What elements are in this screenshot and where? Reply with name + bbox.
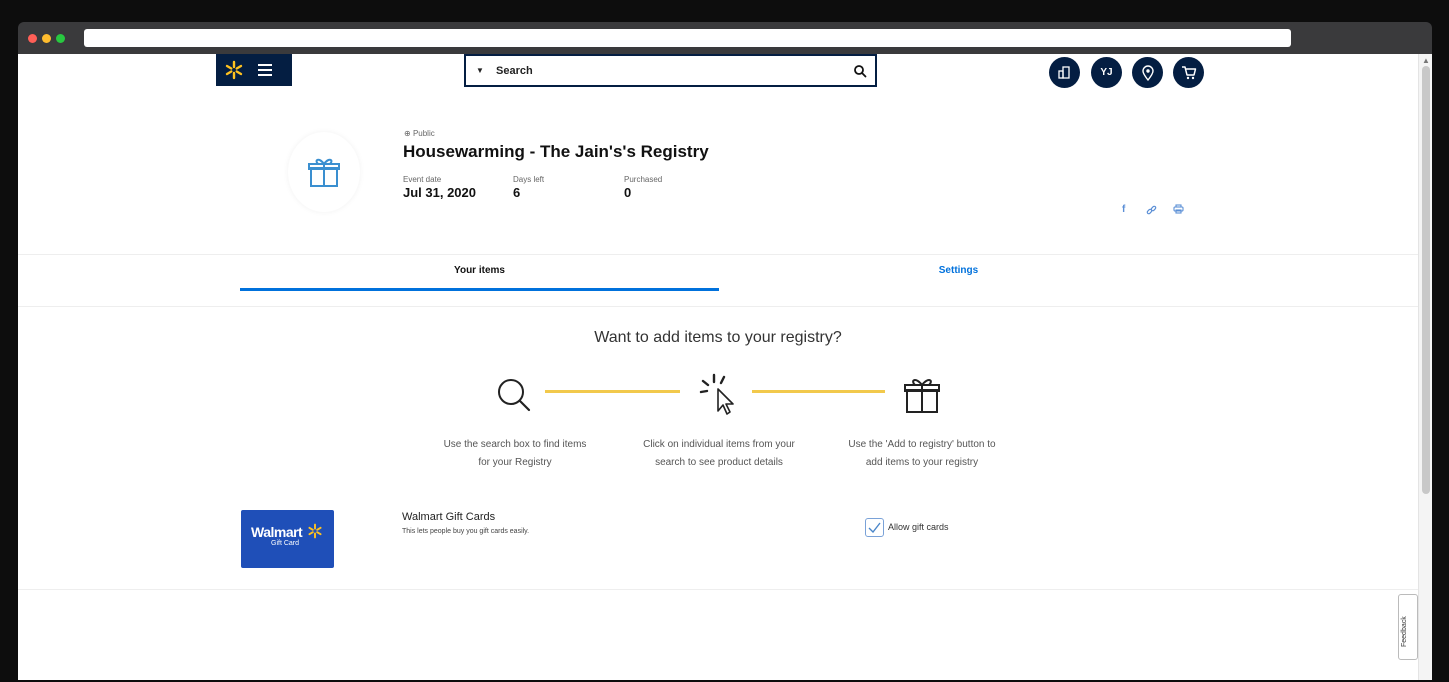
gift-card-subtitle: Gift Card (271, 540, 300, 547)
registry-visibility: ⊕ Public (404, 129, 435, 138)
tab-settings[interactable]: Settings (719, 265, 1198, 276)
screen: ▼ Search YJ ⊕ Public Housewarming - The … (0, 0, 1449, 682)
walmart-spark-icon[interactable] (224, 60, 244, 80)
event-date-label: Event date (403, 175, 442, 184)
tabs-divider-top (18, 254, 1418, 255)
add-items-prompt: Want to add items to your registry? (594, 329, 842, 346)
department-dropdown-icon[interactable]: ▼ (476, 66, 484, 75)
days-left-label: Days left (513, 175, 545, 184)
checkmark-icon (868, 522, 881, 533)
step-3-text: Use the 'Add to registry' button to add … (827, 436, 1017, 472)
scroll-up-arrow-icon[interactable]: ▲ (1422, 56, 1430, 65)
page-scrollbar[interactable]: ▲ (1418, 54, 1432, 680)
account-avatar[interactable]: YJ (1091, 57, 1122, 88)
step-2-line-2: search to see product details (655, 457, 783, 468)
address-bar[interactable] (84, 29, 1291, 47)
purchased-value: 0 (624, 185, 632, 200)
visibility-label: Public (412, 129, 435, 138)
step-connector-1 (545, 390, 680, 393)
event-date-block: Event date Jul 31, 2020 (403, 175, 476, 200)
search-box[interactable]: ▼ Search (464, 54, 877, 87)
event-date-value: Jul 31, 2020 (403, 185, 476, 200)
registry-title: Housewarming - The Jain's's Registry (403, 142, 709, 161)
allow-gift-cards-checkbox[interactable] (865, 518, 884, 537)
purchased-label: Purchased (624, 175, 663, 184)
step-1-line-1: Use the search box to find items (443, 439, 587, 450)
link-icon[interactable] (1146, 205, 1157, 216)
step-1-text: Use the search box to find items for you… (420, 436, 610, 472)
allow-gift-cards-label[interactable]: Allow gift cards (888, 522, 949, 532)
feedback-label: Feedback (1401, 616, 1408, 647)
step-connector-2 (752, 390, 885, 393)
section-divider (18, 589, 1418, 590)
registry-avatar (288, 132, 360, 212)
purchased-block: Purchased 0 (624, 175, 662, 200)
menu-icon[interactable] (258, 64, 272, 76)
days-left-value: 6 (513, 185, 521, 200)
close-window-dot[interactable] (28, 34, 37, 43)
account-initials: YJ (1100, 67, 1113, 78)
store-location-icon[interactable] (1132, 57, 1163, 88)
facebook-icon[interactable]: f (1122, 204, 1125, 215)
gift-cards-title: Walmart Gift Cards (402, 511, 496, 523)
step-2-line-1: Click on individual items from your (643, 439, 795, 450)
browser-chrome (18, 22, 1432, 54)
globe-icon: ⊕ (404, 129, 411, 138)
scrollbar-thumb[interactable] (1422, 66, 1430, 494)
cart-icon (1181, 66, 1196, 80)
step-2-text: Click on individual items from your sear… (624, 436, 814, 472)
click-cursor-icon (699, 373, 734, 415)
search-icon[interactable] (853, 64, 867, 78)
gift-icon (904, 379, 940, 413)
gift-card-image: Walmart Gift Card (241, 510, 334, 568)
tabs-divider-bottom (18, 306, 1418, 307)
minimize-window-dot[interactable] (42, 34, 51, 43)
page-viewport: ▼ Search YJ ⊕ Public Housewarming - The … (18, 54, 1432, 680)
search-input[interactable]: Search (496, 65, 853, 77)
step-3-line-1: Use the 'Add to registry' button to (848, 439, 996, 450)
location-pin-icon (1141, 64, 1154, 81)
gift-cards-description: This lets people buy you gift cards easi… (402, 528, 530, 535)
print-icon[interactable] (1173, 204, 1184, 214)
walmart-header-logo[interactable] (216, 54, 292, 86)
search-icon (498, 379, 531, 412)
days-left-block: Days left 6 (513, 175, 544, 200)
walmart-spark-icon (308, 523, 322, 539)
active-tab-indicator (240, 288, 719, 291)
cart-button[interactable] (1173, 57, 1204, 88)
step-1-line-2: for your Registry (478, 457, 552, 468)
gift-icon (308, 158, 340, 187)
building-icon (1058, 66, 1070, 79)
maximize-window-dot[interactable] (56, 34, 65, 43)
tab-your-items[interactable]: Your items (240, 265, 719, 276)
gift-card-brand: Walmart (251, 524, 303, 540)
store-services-icon[interactable] (1049, 57, 1080, 88)
feedback-button[interactable]: Feedback (1398, 594, 1418, 660)
step-3-line-2: add items to your registry (865, 457, 979, 468)
